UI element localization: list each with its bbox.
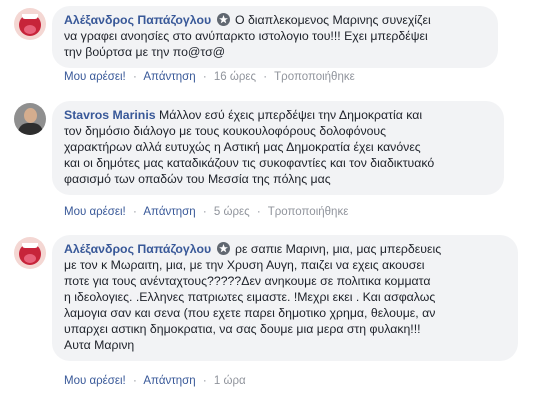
timestamp[interactable]: 16 ώρες (214, 71, 256, 83)
avatar[interactable] (14, 237, 46, 269)
comment-text: χαρακτήρων αλλά ευτυχώς η Αστική μας Δημ… (64, 140, 421, 154)
comment-text: Ο διαπλεκομενος Μαρινης συνεχίζει (231, 13, 431, 27)
reply-link[interactable]: Απάντηση (143, 206, 195, 218)
separator: · (132, 71, 137, 83)
comment-text: ποτε για τους ανένταχτους?????Δεν ανηκου… (64, 274, 431, 288)
comment-actions: Μου αρέσει! · Απάντηση · 1 ώρα (64, 375, 246, 387)
edited-label[interactable]: Τροποποιήθηκε (268, 206, 349, 218)
separator: · (256, 206, 261, 218)
comment-author[interactable]: Αλέξανδρος Παπάζογλου (64, 13, 211, 27)
separator: · (263, 71, 268, 83)
comment-text: τον δημόσιο διάλογο με τους κουκουλοφόρο… (64, 124, 387, 138)
comment-text: Μάλλον εσύ έχεις μπερδέψει την Δημοκρατί… (155, 108, 423, 122)
comment-bubble: Αλέξανδρος Παπάζογλου Ο διαπλεκομενος Μα… (52, 6, 498, 68)
timestamp[interactable]: 1 ώρα (214, 375, 246, 387)
reply-link[interactable]: Απάντηση (143, 71, 195, 83)
comment-text: να γραφει ανοησίες στο ανύπαρκτο ιστολογ… (64, 29, 428, 43)
comment-author[interactable]: Αλέξανδρος Παπάζογλου (64, 242, 211, 256)
separator: · (202, 375, 207, 387)
like-link[interactable]: Μου αρέσει! (64, 375, 126, 387)
comment-bubble: Stavros Marinis Μάλλον εσύ έχεις μπερδέψ… (52, 101, 504, 195)
comment-bubble: Αλέξανδρος Παπάζογλου ρε σαπιε Μαρινη, μ… (52, 235, 518, 361)
separator: · (132, 206, 137, 218)
comment-text: υπαρχει αστικη δημοκρατια, να σας δουμε … (64, 322, 421, 336)
edited-label[interactable]: Τροποποιήθηκε (274, 71, 355, 83)
comment-text: Αυτα Μαρινη (64, 338, 135, 352)
comment-author[interactable]: Stavros Marinis (64, 108, 156, 122)
comment-actions: Μου αρέσει! · Απάντηση · 16 ώρες · Τροπο… (64, 71, 355, 83)
comment-text: λαμογια σαν και σενα (που εχετε παρει δη… (64, 306, 436, 320)
like-link[interactable]: Μου αρέσει! (64, 206, 126, 218)
timestamp[interactable]: 5 ώρες (214, 206, 250, 218)
reply-link[interactable]: Απάντηση (143, 375, 195, 387)
comment-text: με τον κ Μωραιτη, μια, με την Χρυση Αυγη… (64, 258, 425, 272)
avatar[interactable] (14, 103, 46, 135)
avatar[interactable] (14, 8, 46, 40)
comment-text: ρε σαπιε Μαρινη, μια, μας μπερδευεις (231, 242, 442, 256)
comment-text: φασισμό των οπαδών του Μεσσία της πόλης … (64, 172, 331, 186)
separator: · (132, 375, 137, 387)
comment-text: την βούρτσα με την πο@τσ@ (64, 45, 226, 59)
top-fan-badge-icon (216, 13, 230, 26)
comment-text: και οι δημότες μας καταδικάζουν τις συκο… (64, 156, 435, 170)
like-link[interactable]: Μου αρέσει! (64, 71, 126, 83)
separator: · (202, 206, 207, 218)
top-fan-badge-icon (216, 242, 230, 255)
comment-actions: Μου αρέσει! · Απάντηση · 5 ώρες · Τροποπ… (64, 206, 348, 218)
comment-text: η ιδεολογιες. .Ελληνες πατριωτες ειμαστε… (64, 290, 436, 304)
separator: · (202, 71, 207, 83)
